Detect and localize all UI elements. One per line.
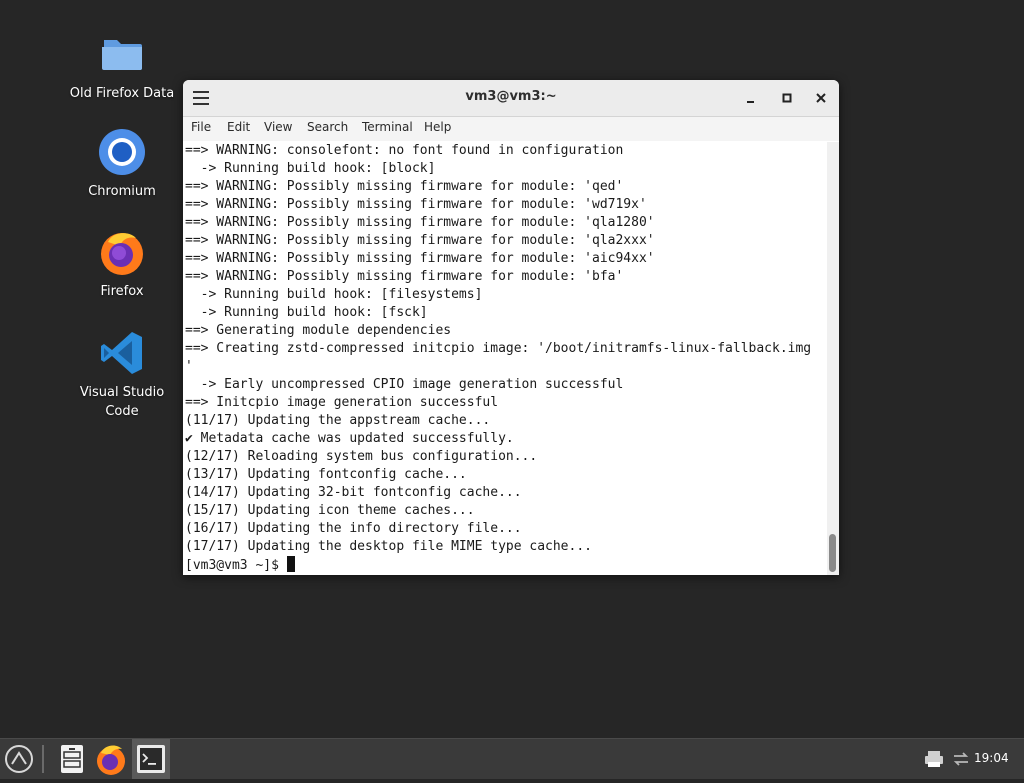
menu-search[interactable]: Search: [307, 120, 348, 134]
app-menu-button[interactable]: [2, 739, 36, 779]
taskbar: 19:04: [0, 738, 1024, 779]
terminal-line: -> Running build hook: [fsck]: [185, 305, 428, 320]
terminal-line: -> Running build hook: [block]: [185, 161, 436, 176]
chromium-icon: [98, 128, 146, 176]
terminal-line: (14/17) Updating 32-bit fontconfig cache…: [185, 485, 522, 500]
network-icon: [953, 752, 969, 766]
terminal-line: ==> Creating zstd-compressed initcpio im…: [185, 341, 812, 356]
firefox-icon: [98, 228, 146, 276]
menu-view[interactable]: View: [264, 120, 292, 134]
desktop-icon-chromium[interactable]: Chromium: [67, 128, 177, 201]
desktop-icon-firefox[interactable]: Firefox: [67, 228, 177, 301]
taskbar-separator: [42, 745, 44, 773]
menubar: File Edit View Search Terminal Help: [183, 117, 839, 141]
maximize-button[interactable]: [777, 88, 797, 108]
desktop-icon-label: Visual Studio Code: [79, 385, 165, 419]
terminal-line: ==> WARNING: consolefont: no font found …: [185, 143, 624, 158]
terminal-line: ==> WARNING: Possibly missing firmware f…: [185, 197, 647, 212]
desktop-icon-label: Chromium: [88, 184, 156, 199]
desktop-icon-old-firefox-data[interactable]: Old Firefox Data: [67, 30, 177, 103]
firefox-icon: [97, 745, 125, 775]
menu-file[interactable]: File: [191, 120, 211, 134]
printer-icon: [925, 751, 943, 767]
terminal-prompt-line[interactable]: [vm3@vm3 ~]$: [185, 556, 827, 574]
terminal-line: (17/17) Updating the desktop file MIME t…: [185, 539, 592, 554]
terminal-line: (12/17) Reloading system bus configurati…: [185, 449, 538, 464]
terminal-line: ==> WARNING: Possibly missing firmware f…: [185, 251, 655, 266]
desktop-icon-vscode[interactable]: Visual Studio Code: [67, 329, 177, 421]
terminal-line: ': [185, 359, 193, 374]
terminal-line: ==> Generating module dependencies: [185, 323, 452, 338]
terminal-line: -> Early uncompressed CPIO image generat…: [185, 377, 624, 392]
menu-help[interactable]: Help: [424, 120, 451, 134]
menu-edit[interactable]: Edit: [227, 120, 250, 134]
taskbar-file-manager[interactable]: [55, 739, 89, 779]
taskbar-terminal-active[interactable]: [132, 739, 170, 779]
terminal-line: ==> WARNING: Possibly missing firmware f…: [185, 269, 624, 284]
desktop-icon-label: Firefox: [100, 284, 144, 299]
terminal-prompt: [vm3@vm3 ~]$: [185, 558, 287, 573]
taskbar-firefox[interactable]: [94, 739, 128, 779]
terminal-line: ==> WARNING: Possibly missing firmware f…: [185, 215, 655, 230]
scrollbar-thumb[interactable]: [829, 534, 836, 572]
taskbar-clock[interactable]: 19:04: [974, 739, 1009, 777]
text-cursor: [286, 556, 295, 572]
printer-tray-icon[interactable]: [922, 739, 946, 779]
terminal-line: (13/17) Updating fontconfig cache...: [185, 467, 467, 482]
vscode-icon: [98, 329, 146, 377]
terminal-line: ==> WARNING: Possibly missing firmware f…: [185, 179, 624, 194]
terminal-line: ==> WARNING: Possibly missing firmware f…: [185, 233, 655, 248]
menu-icon: [5, 745, 33, 773]
minimize-button[interactable]: [741, 88, 761, 108]
terminal-line: ==> Initcpio image generation successful: [185, 395, 499, 410]
network-tray-icon[interactable]: [950, 739, 972, 779]
menu-terminal[interactable]: Terminal: [362, 120, 413, 134]
close-button[interactable]: [811, 88, 831, 108]
file-manager-icon: [61, 745, 83, 773]
terminal-line: -> Running build hook: [filesystems]: [185, 287, 483, 302]
desktop-icon-label: Old Firefox Data: [69, 86, 175, 101]
terminal-scrollbar[interactable]: [827, 142, 839, 575]
terminal-window[interactable]: vm3@vm3:~ File Edit View Search Terminal…: [183, 80, 839, 575]
terminal-line: ✔ Metadata cache was updated successfull…: [185, 431, 514, 446]
terminal-icon: [137, 745, 165, 773]
terminal-output[interactable]: ==> WARNING: consolefont: no font found …: [183, 142, 827, 575]
terminal-line: (15/17) Updating icon theme caches...: [185, 503, 475, 518]
folder-icon: [98, 30, 146, 78]
terminal-line: (11/17) Updating the appstream cache...: [185, 413, 491, 428]
terminal-line: (16/17) Updating the info directory file…: [185, 521, 522, 536]
window-titlebar[interactable]: vm3@vm3:~: [183, 80, 839, 117]
